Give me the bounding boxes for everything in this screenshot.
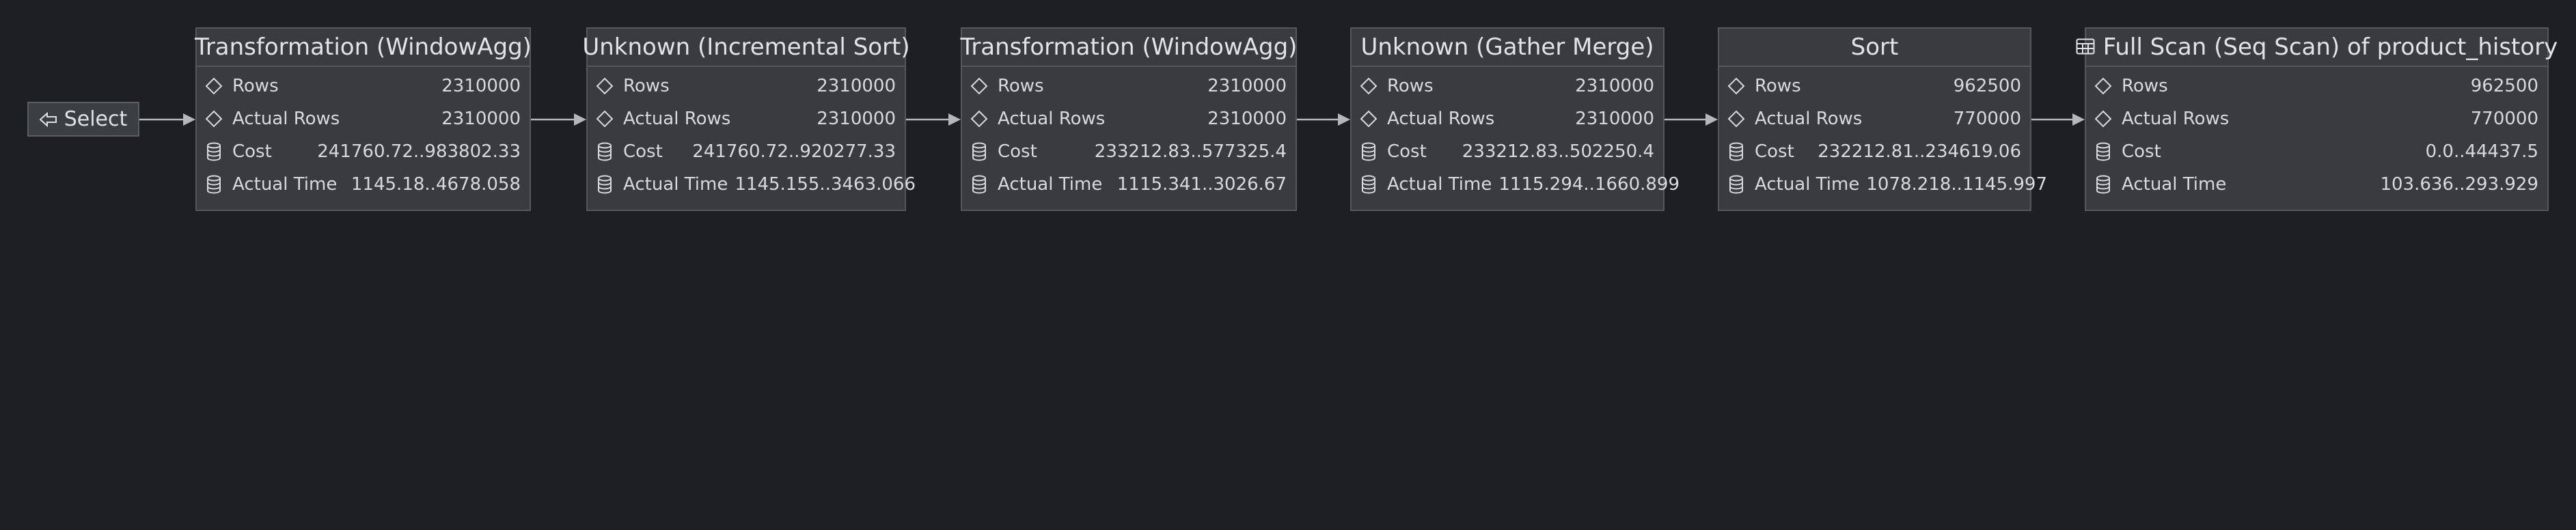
database-icon (2093, 174, 2113, 195)
table-icon (2076, 33, 2095, 61)
database-icon (594, 174, 615, 195)
diamond-icon (1726, 76, 1746, 96)
diamond-icon (1726, 109, 1746, 129)
query-plan-canvas: Select Transformation (WindowAgg) Rows 2… (0, 0, 2576, 530)
metric-row-actual-rows: Actual Rows 770000 (1719, 102, 2030, 135)
plan-node-seq-scan[interactable]: Full Scan (Seq Scan) of product_history … (2076, 27, 2558, 211)
metric-row-rows: Rows 962500 (1719, 70, 2030, 102)
database-icon (1726, 141, 1746, 162)
edge-arrowhead (1338, 113, 1350, 126)
edge-arrowhead (574, 113, 586, 126)
metric-row-actual-rows: Actual Rows 770000 (2086, 102, 2547, 135)
metric-row-actual-time: Actual Time 1078.218..1145.997 (1719, 168, 2047, 201)
plan-node-title: Transformation (WindowAgg) (195, 29, 532, 67)
plan-node-windowagg-1[interactable]: Transformation (WindowAgg) Rows 2310000 … (195, 27, 532, 211)
metric-row-actual-time: Actual Time 1115.294..1660.899 (1352, 168, 1680, 201)
diamond-icon (594, 109, 615, 129)
plan-node-sort[interactable]: Sort Rows 962500 Actual Rows 770000 Cost… (1718, 27, 2047, 211)
plan-node-windowagg-2[interactable]: Transformation (WindowAgg) Rows 2310000 … (961, 27, 1297, 211)
select-node-label: Select (64, 107, 128, 131)
metric-row-cost: Cost 241760.72..983802.33 (197, 135, 530, 168)
plan-node-title: Transformation (WindowAgg) (961, 29, 1297, 67)
metric-row-actual-time: Actual Time 1145.155..3463.066 (588, 168, 916, 201)
metric-row-rows: Rows 2310000 (1352, 70, 1663, 102)
metric-row-actual-time: Actual Time 103.636..293.929 (2086, 168, 2547, 201)
diamond-icon (594, 76, 615, 96)
plan-node-title: Sort (1719, 29, 2030, 67)
plan-node-title: Full Scan (Seq Scan) of product_history (2076, 29, 2558, 67)
metric-row-actual-rows: Actual Rows 2310000 (962, 102, 1296, 135)
database-icon (594, 141, 615, 162)
diamond-icon (204, 76, 224, 96)
metric-row-rows: Rows 2310000 (588, 70, 905, 102)
plan-node-gather-merge[interactable]: Unknown (Gather Merge) Rows 2310000 Actu… (1350, 27, 1680, 211)
diamond-icon (1358, 76, 1379, 96)
arrow-left-icon (39, 111, 57, 127)
metric-row-rows: Rows 2310000 (962, 70, 1296, 102)
edge-arrowhead (183, 113, 195, 126)
metric-row-rows: Rows 2310000 (197, 70, 530, 102)
select-node[interactable]: Select (27, 102, 139, 137)
metric-row-actual-rows: Actual Rows 2310000 (197, 102, 530, 135)
metric-row-actual-time: Actual Time 1145.18..4678.058 (197, 168, 530, 201)
database-icon (1358, 174, 1379, 195)
edge-arrowhead (948, 113, 961, 126)
database-icon (2093, 141, 2113, 162)
database-icon (204, 141, 224, 162)
plan-node-title: Unknown (Incremental Sort) (582, 29, 910, 67)
plan-node-title: Unknown (Gather Merge) (1352, 29, 1663, 67)
diamond-icon (1358, 109, 1379, 129)
metric-row-cost: Cost 232212.81..234619.06 (1719, 135, 2030, 168)
metric-row-actual-time: Actual Time 1115.341..3026.67 (962, 168, 1296, 201)
edge-arrowhead (2072, 113, 2085, 126)
database-icon (204, 174, 224, 195)
diamond-icon (969, 109, 989, 129)
metric-row-cost: Cost 0.0..44437.5 (2086, 135, 2547, 168)
metric-row-actual-rows: Actual Rows 2310000 (1352, 102, 1663, 135)
metric-row-rows: Rows 962500 (2086, 70, 2547, 102)
diamond-icon (969, 76, 989, 96)
metric-row-cost: Cost 233212.83..577325.4 (962, 135, 1296, 168)
diamond-icon (2093, 76, 2113, 96)
metric-row-actual-rows: Actual Rows 2310000 (588, 102, 905, 135)
metric-row-cost: Cost 233212.83..502250.4 (1352, 135, 1663, 168)
database-icon (1726, 174, 1746, 195)
plan-node-incremental-sort[interactable]: Unknown (Incremental Sort) Rows 2310000 … (582, 27, 916, 211)
diamond-icon (2093, 109, 2113, 129)
metric-row-cost: Cost 241760.72..920277.33 (588, 135, 905, 168)
database-icon (969, 174, 989, 195)
database-icon (969, 141, 989, 162)
database-icon (1358, 141, 1379, 162)
diamond-icon (204, 109, 224, 129)
edge-arrowhead (1705, 113, 1718, 126)
